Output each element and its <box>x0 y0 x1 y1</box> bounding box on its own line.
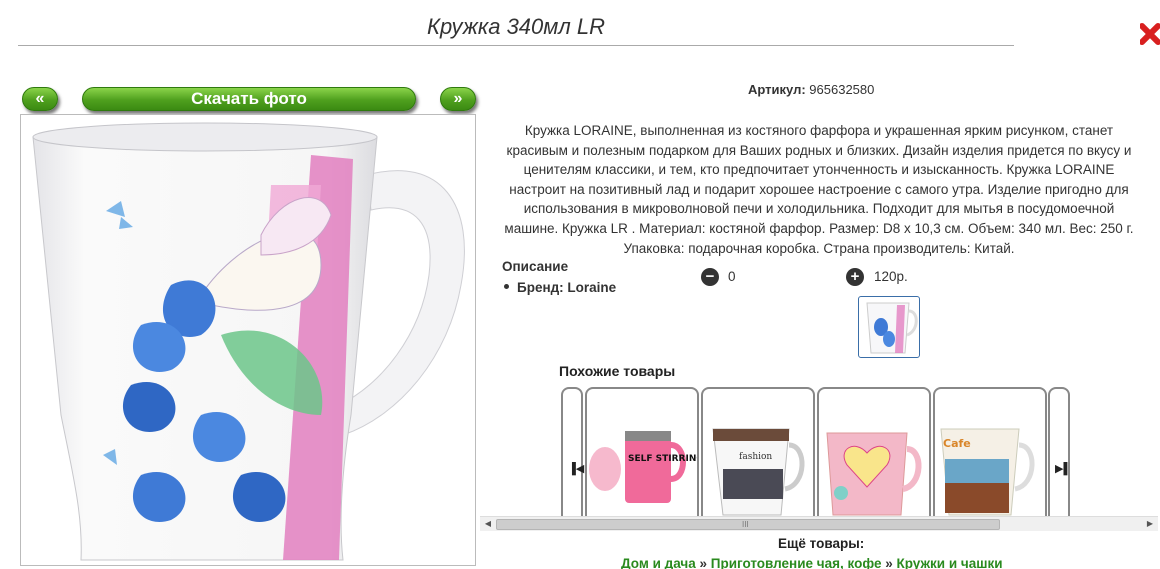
breadcrumb-separator: » <box>695 556 711 569</box>
card-text: SELF STIRRING MUG <box>628 454 697 464</box>
skip-forward-icon: ▶▌ <box>1055 463 1072 475</box>
breadcrumb-separator: » <box>881 556 897 569</box>
breadcrumb: Дом и дача » Приготовление чая, кофе » К… <box>621 556 1003 569</box>
similar-product-card[interactable]: SELF STIRRING MUG <box>585 387 699 527</box>
sku: Артикул: 965632580 <box>748 82 874 97</box>
similar-product-card[interactable] <box>817 387 931 527</box>
sku-label: Артикул: <box>748 82 806 97</box>
title-divider <box>18 45 1014 46</box>
product-photo <box>20 114 476 566</box>
scroll-right-icon[interactable]: ▶ <box>1142 517 1158 531</box>
similar-products-title: Похожие товары <box>559 363 676 379</box>
description-line: Упаковка: подарочная коробка. Страна про… <box>623 240 1015 256</box>
quantity-value: 0 <box>728 269 736 284</box>
scrollbar-thumb[interactable]: III <box>496 519 1000 530</box>
sku-value: 965632580 <box>809 82 875 97</box>
horizontal-scrollbar[interactable]: ◀ III ▶ <box>480 516 1158 531</box>
scroll-left-icon[interactable]: ◀ <box>480 517 496 531</box>
photo-thumbnail[interactable] <box>858 296 920 358</box>
properties-title: Описание <box>502 259 569 274</box>
card-text: Cafe <box>943 437 971 450</box>
download-photo-button[interactable]: Скачать фото <box>82 87 416 111</box>
price: 120р. <box>874 269 908 284</box>
more-products-title: Ещё товары: <box>778 536 865 551</box>
properties-list: Бренд: Loraine <box>504 280 616 295</box>
description-line: Кружка LORAINE, выполненная из костяного… <box>524 123 1114 138</box>
card-text: fashion <box>739 452 772 462</box>
description-line: машине. Кружка LR . Материал: костяной ф… <box>504 220 1134 236</box>
property-item: Бренд: Loraine <box>504 280 616 295</box>
skip-back-icon: ▐◀ <box>568 463 585 475</box>
description-line: красивым и полезным подарком для Ваших р… <box>506 142 1132 158</box>
breadcrumb-tea-coffee[interactable]: Приготовление чая, кофе <box>711 556 882 569</box>
description-line: ценителям классики, и тем, кто предпочит… <box>523 162 1115 178</box>
description-line: настроит на позитивный лад и подарит хор… <box>509 181 1129 197</box>
prev-photo-button[interactable]: « <box>22 87 58 111</box>
bullet-icon <box>504 283 509 289</box>
carousel-prev-button[interactable]: ▐◀ <box>561 387 585 527</box>
breadcrumb-mugs-cups[interactable]: Кружки и чашки <box>896 556 1002 569</box>
grip-icon: III <box>742 520 749 529</box>
breadcrumb-home-garden[interactable]: Дом и дача <box>621 556 696 569</box>
close-icon[interactable] <box>1139 20 1160 48</box>
page-title: Кружка 340мл LR <box>426 14 606 39</box>
product-description: Кружка LORAINE, выполненная из костяного… <box>484 121 1154 258</box>
description-line: использования в микроволновой печи и хол… <box>523 201 1115 217</box>
similar-product-card[interactable]: Cafe <box>933 387 1047 527</box>
property-brand: Бренд: Loraine <box>517 280 617 295</box>
plus-circle-icon[interactable]: + <box>846 268 864 286</box>
similar-product-card[interactable]: fashion <box>701 387 815 527</box>
minus-circle-icon[interactable]: − <box>701 268 719 286</box>
next-photo-button[interactable]: » <box>440 87 476 111</box>
carousel-next-button[interactable]: ▶▌ <box>1048 387 1072 527</box>
